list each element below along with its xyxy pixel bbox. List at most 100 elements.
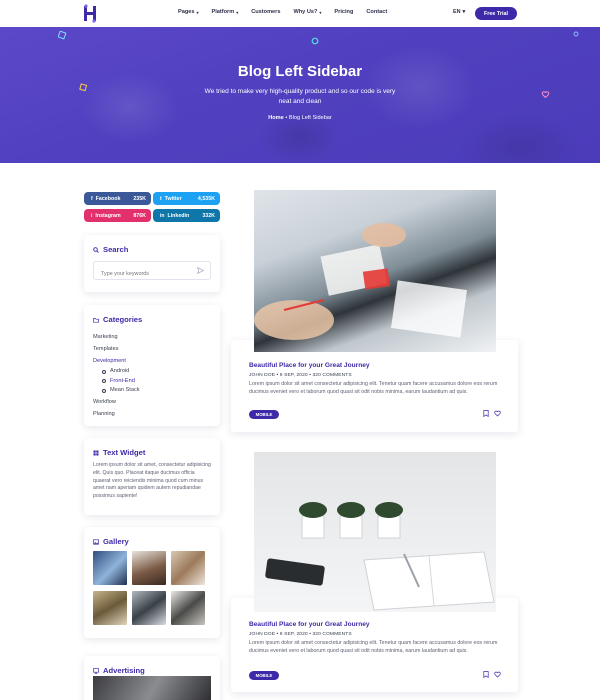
gallery-thumbnail[interactable] bbox=[132, 591, 166, 625]
social-label: Instagram bbox=[95, 212, 121, 219]
post-meta: JOHN DOE • 9 SEP, 2020 • 320 COMMENTS bbox=[249, 373, 352, 378]
social-count: 4,535K bbox=[197, 195, 215, 202]
post-title-link[interactable]: Beautiful Place for your Great Journey bbox=[249, 621, 370, 628]
decor-circle-shape bbox=[311, 37, 319, 45]
post-featured-image[interactable] bbox=[254, 190, 496, 352]
nav-item-platform[interactable]: Platform ▾ bbox=[212, 9, 239, 15]
widget-title: Search bbox=[93, 245, 128, 254]
subcategory-label: Mean Stack bbox=[110, 387, 140, 393]
widget-title-text: Search bbox=[103, 245, 129, 254]
subcategory-item-mean-stack[interactable]: Mean Stack bbox=[93, 386, 140, 396]
social-label: Facebook bbox=[95, 195, 121, 202]
gallery-thumbnail[interactable] bbox=[93, 591, 127, 625]
post-meta: JOHN DOE • 9 SEP, 2020 • 320 COMMENTS bbox=[249, 632, 352, 637]
search-icon bbox=[93, 246, 99, 253]
gallery-thumbnail[interactable] bbox=[171, 591, 205, 625]
gallery-thumbnail[interactable] bbox=[93, 551, 127, 585]
search-field-wrapper bbox=[93, 261, 211, 283]
facebook-button[interactable]: f Facebook 235K bbox=[84, 192, 151, 205]
image-icon bbox=[93, 538, 99, 545]
send-icon[interactable] bbox=[197, 267, 204, 274]
subcategory-label: Android bbox=[110, 368, 130, 374]
bullet-icon bbox=[102, 388, 106, 393]
category-item-workflow[interactable]: Workflow bbox=[93, 396, 140, 408]
page-title: Blog Left Sidebar bbox=[237, 63, 363, 80]
post-actions bbox=[483, 671, 501, 678]
linkedin-icon: in bbox=[160, 212, 165, 219]
subcategory-item-android[interactable]: Android bbox=[93, 367, 140, 377]
instagram-button[interactable]: i Instagram 876K bbox=[84, 209, 151, 222]
text-widget: Text Widget Lorem ipsum dolor sit amet, … bbox=[84, 438, 220, 515]
text-widget-body: Lorem ipsum dolor sit amet, consectetur … bbox=[93, 462, 211, 500]
bookmark-icon[interactable] bbox=[483, 671, 489, 678]
breadcrumb-separator: • bbox=[285, 115, 288, 121]
social-label: Linkedin bbox=[167, 212, 190, 219]
widget-title-text: Gallery bbox=[103, 537, 129, 546]
breadcrumb: Home • Blog Left Sidebar bbox=[0, 115, 600, 121]
post-image-illustration bbox=[254, 223, 467, 340]
facebook-icon: f bbox=[91, 195, 93, 202]
post-tag-badge[interactable]: MOBILE bbox=[249, 671, 279, 680]
gallery-thumbnail[interactable] bbox=[132, 551, 166, 585]
category-item-planning[interactable]: Planning bbox=[93, 408, 140, 420]
post-tag-badge[interactable]: MOBILE bbox=[249, 410, 279, 419]
gallery-grid bbox=[93, 551, 205, 625]
chevron-down-icon: ▾ bbox=[196, 9, 199, 15]
category-item-development[interactable]: Development bbox=[93, 355, 140, 367]
post-title-link[interactable]: Beautiful Place for your Great Journey bbox=[249, 362, 370, 369]
widget-title: Gallery bbox=[93, 537, 129, 546]
nav-item-contact[interactable]: Contact bbox=[366, 9, 387, 15]
advertising-banner-image[interactable] bbox=[93, 676, 211, 700]
nav-item-why-us[interactable]: Why Us? ▾ bbox=[293, 9, 321, 15]
post-excerpt: Lorem ipsum dolor sit amet consectetur a… bbox=[249, 640, 498, 654]
widget-title-text: Text Widget bbox=[103, 448, 146, 457]
decor-square-shape bbox=[58, 31, 67, 40]
widget-title-text: Advertising bbox=[103, 666, 145, 675]
brand-logo[interactable] bbox=[82, 4, 98, 23]
search-input[interactable] bbox=[101, 265, 197, 283]
language-selector[interactable]: EN ▾ bbox=[453, 9, 465, 15]
twitter-button[interactable]: t Twitter 4,535K bbox=[153, 192, 220, 205]
nav-item-pricing[interactable]: Pricing bbox=[334, 9, 353, 15]
post-image-illustration bbox=[265, 502, 495, 611]
top-navbar: Pages ▾ Platform ▾ Customers Why Us? ▾ Pric… bbox=[0, 0, 600, 27]
decor-heart-shape bbox=[541, 91, 550, 99]
categories-list: Marketing Templates Development Android … bbox=[93, 331, 140, 420]
chevron-down-icon: ▾ bbox=[462, 9, 466, 15]
page-subtitle: We tried to make very high-quality produ… bbox=[204, 88, 396, 105]
heart-icon[interactable] bbox=[494, 671, 501, 678]
bookmark-icon[interactable] bbox=[483, 410, 489, 417]
monitor-icon bbox=[93, 667, 99, 674]
category-item-templates[interactable]: Templates bbox=[93, 343, 140, 355]
folder-icon bbox=[93, 317, 99, 323]
chevron-down-icon: ▾ bbox=[319, 9, 322, 15]
instagram-icon: i bbox=[91, 212, 93, 219]
post-featured-image[interactable] bbox=[254, 452, 496, 612]
linkedin-button[interactable]: in Linkedin 332K bbox=[153, 209, 220, 222]
search-widget: Search bbox=[84, 235, 220, 292]
page-hero: Blog Left Sidebar We tried to make very … bbox=[0, 27, 600, 163]
heart-icon[interactable] bbox=[494, 410, 501, 417]
bullet-icon bbox=[102, 369, 106, 374]
categories-widget: Categories Marketing Templates Developme… bbox=[84, 305, 220, 426]
twitter-icon: t bbox=[160, 195, 162, 202]
widget-title-text: Categories bbox=[103, 315, 143, 324]
grid-icon bbox=[93, 450, 99, 455]
nav-item-pages[interactable]: Pages ▾ bbox=[178, 9, 199, 15]
decor-plus-shape bbox=[573, 31, 579, 37]
blog-post-card: Beautiful Place for your Great Journey J… bbox=[231, 598, 518, 692]
subcategory-label: Front-End bbox=[110, 377, 135, 384]
widget-title: Categories bbox=[93, 315, 142, 324]
widget-title: Advertising bbox=[93, 666, 145, 675]
widget-title: Text Widget bbox=[93, 448, 145, 457]
gallery-thumbnail[interactable] bbox=[171, 551, 205, 585]
breadcrumb-home-link[interactable]: Home bbox=[268, 115, 284, 121]
gallery-widget: Gallery bbox=[84, 527, 220, 638]
nav-item-customers[interactable]: Customers bbox=[251, 9, 280, 15]
bullet-icon bbox=[102, 379, 106, 384]
decor-square-shape bbox=[79, 83, 88, 92]
subcategory-item-front-end[interactable]: Front-End bbox=[93, 377, 140, 387]
category-item-marketing[interactable]: Marketing bbox=[93, 331, 140, 343]
advertising-widget: Advertising bbox=[84, 656, 220, 700]
free-trial-button[interactable]: Free Trial bbox=[475, 7, 517, 20]
